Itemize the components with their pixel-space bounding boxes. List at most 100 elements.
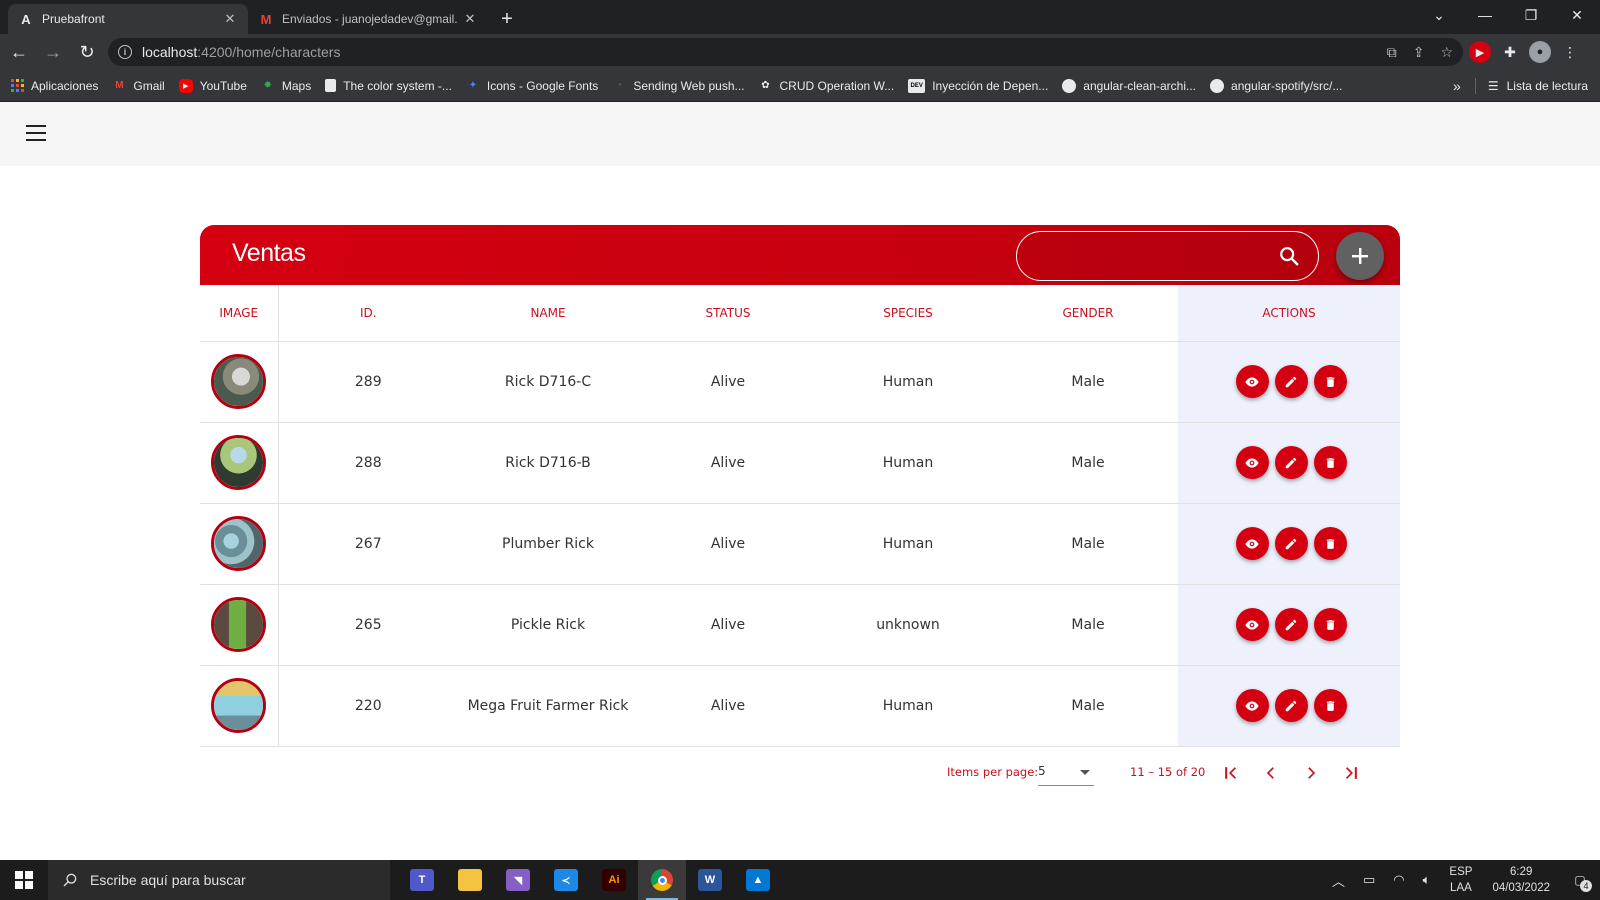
illustrator-icon: Ai [602, 869, 626, 891]
word-app[interactable]: W [686, 860, 734, 900]
share-icon[interactable]: ⇪ [1413, 44, 1425, 61]
id-cell: 220 [278, 665, 458, 747]
tab-pruebafront[interactable]: A Pruebafront ✕ [8, 4, 248, 34]
bookmark-icons-google-fonts[interactable]: ✦ Icons - Google Fonts [466, 79, 599, 93]
edit-button[interactable] [1274, 689, 1308, 722]
visual-studio-app[interactable]: ◥ [494, 860, 542, 900]
address-bar[interactable]: i localhost :4200/home/characters ⧉ ⇪ ☆ [108, 38, 1463, 66]
column-header-gender[interactable]: GENDER [998, 285, 1178, 342]
delete-button[interactable] [1313, 527, 1347, 560]
back-button[interactable]: ← [4, 37, 34, 67]
close-tab-icon[interactable]: ✕ [462, 11, 478, 27]
delete-button[interactable] [1313, 446, 1347, 479]
column-header-status[interactable]: STATUS [638, 285, 818, 342]
extension-icon[interactable]: ▶ [1469, 41, 1491, 63]
start-button[interactable] [0, 860, 48, 900]
delete-button[interactable] [1313, 365, 1347, 398]
bookmark-youtube[interactable]: ▶ YouTube [178, 78, 247, 93]
last-page-icon [1346, 767, 1357, 779]
bookmark-web-push[interactable]: ◔ Sending Web push... [612, 79, 744, 93]
battery-icon[interactable]: ▭ [1363, 872, 1375, 888]
word-icon: W [698, 869, 722, 891]
file-explorer-app[interactable] [446, 860, 494, 900]
clock[interactable]: 6:29 04/03/2022 [1492, 864, 1550, 896]
extensions-puzzle-icon[interactable]: ✚ [1497, 39, 1523, 65]
next-page-button[interactable] [1296, 758, 1326, 788]
image-cell [200, 503, 279, 585]
chrome-icon [651, 869, 673, 891]
vscode-app[interactable]: ≺ [542, 860, 590, 900]
illustrator-app[interactable]: Ai [590, 860, 638, 900]
volume-icon[interactable]: 🔈︎ [1423, 872, 1431, 888]
search-box[interactable] [1016, 231, 1319, 281]
new-tab-button[interactable]: + [492, 4, 522, 34]
window-controls: ⌄ — ❐ ✕ [1416, 0, 1600, 30]
browser-menu-icon[interactable]: ⋮ [1557, 39, 1583, 65]
taskbar-search[interactable]: Escribe aquí para buscar [48, 860, 390, 900]
image-cell [200, 665, 279, 747]
bookmark-aplicaciones[interactable]: Aplicaciones [10, 79, 98, 93]
table-row: 267 Plumber Rick Alive Human Male [200, 503, 1400, 585]
teams-app[interactable]: T [398, 860, 446, 900]
edit-button[interactable] [1274, 446, 1308, 479]
search-icon[interactable] [1278, 245, 1300, 267]
add-button[interactable] [1336, 232, 1384, 280]
bookmark-crud-operation[interactable]: ✿ CRUD Operation W... [759, 79, 894, 93]
bookmark-gmail[interactable]: M Gmail [112, 79, 165, 93]
first-page-button[interactable] [1216, 758, 1246, 788]
more-bookmarks-icon[interactable]: » [1453, 78, 1461, 94]
edit-button[interactable] [1274, 608, 1308, 641]
column-header-id[interactable]: ID. [278, 285, 458, 342]
tab-gmail[interactable]: M Enviados - juanojedadev@gmail. ✕ [248, 4, 488, 34]
species-cell: Human [818, 341, 998, 423]
github-icon [1210, 78, 1225, 93]
column-header-species[interactable]: SPECIES [818, 285, 998, 342]
tab-search-icon[interactable]: ⌄ [1416, 0, 1462, 30]
profile-avatar-icon[interactable]: ● [1529, 41, 1551, 63]
last-page-button[interactable] [1336, 758, 1366, 788]
chrome-app[interactable] [638, 860, 686, 900]
view-button[interactable] [1235, 446, 1269, 479]
name-cell: Rick D716-C [458, 341, 638, 423]
column-header-image[interactable]: IMAGE [200, 285, 279, 342]
photos-app[interactable]: ▲ [734, 860, 782, 900]
delete-button[interactable] [1313, 689, 1347, 722]
visual-studio-icon: ◥ [506, 869, 530, 891]
minimize-button[interactable]: — [1462, 0, 1508, 30]
translate-icon[interactable]: ⧉ [1387, 44, 1397, 61]
reload-button[interactable]: ↻ [72, 37, 102, 67]
close-tab-icon[interactable]: ✕ [222, 11, 238, 27]
restore-button[interactable]: ❐ [1508, 0, 1554, 30]
bookmark-star-icon[interactable]: ☆ [1440, 44, 1453, 61]
bookmark-angular-clean[interactable]: angular-clean-archi... [1062, 78, 1196, 93]
species-cell: Human [818, 503, 998, 585]
notifications-button[interactable]: ▢ 4 [1560, 860, 1600, 900]
items-per-page-select[interactable]: 5 [1038, 756, 1094, 786]
close-window-button[interactable]: ✕ [1554, 0, 1600, 30]
edit-button[interactable] [1274, 365, 1308, 398]
view-button[interactable] [1235, 689, 1269, 722]
edit-button[interactable] [1274, 527, 1308, 560]
bookmark-color-system[interactable]: The color system -... [325, 79, 452, 93]
wifi-icon[interactable]: ◠ [1393, 872, 1404, 888]
menu-icon[interactable] [26, 125, 46, 141]
view-button[interactable] [1235, 527, 1269, 560]
show-hidden-icons-icon[interactable]: ︿ [1332, 871, 1345, 890]
status-cell: Alive [638, 665, 818, 747]
forward-button[interactable]: → [38, 37, 68, 67]
view-button[interactable] [1235, 608, 1269, 641]
column-header-name[interactable]: NAME [458, 285, 638, 342]
previous-page-button[interactable] [1256, 758, 1286, 788]
bookmark-inyeccion[interactable]: DEV Inyección de Depen... [908, 78, 1048, 93]
bookmark-maps[interactable]: ✸ Maps [261, 79, 312, 93]
character-avatar [211, 678, 267, 733]
bookmark-angular-spotify[interactable]: angular-spotify/src/... [1210, 78, 1342, 93]
reading-list[interactable]: » ☰ Lista de lectura [1449, 77, 1588, 94]
site-info-icon[interactable]: i [118, 45, 132, 59]
delete-button[interactable] [1313, 608, 1347, 641]
search-input[interactable] [1037, 244, 1267, 268]
language-indicator[interactable]: ESP LAA [1449, 864, 1472, 896]
gender-cell: Male [998, 341, 1178, 423]
plus-icon [1352, 248, 1368, 264]
view-button[interactable] [1235, 365, 1269, 398]
